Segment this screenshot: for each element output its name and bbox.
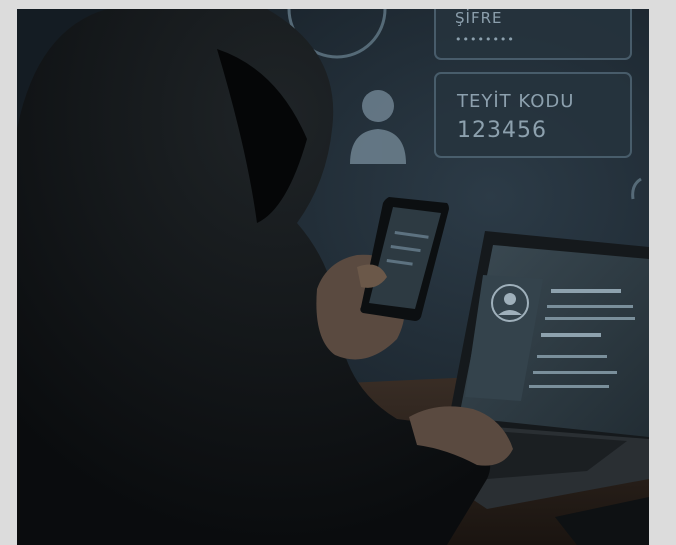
photo-frame: ŞİFRE •••••••• TEYİT KODU 123456 — [17, 9, 649, 545]
hacker-photo: ŞİFRE •••••••• TEYİT KODU 123456 — [17, 9, 649, 545]
code-label: TEYİT KODU — [456, 91, 574, 112]
password-label: ŞİFRE — [455, 9, 502, 27]
password-mask: •••••••• — [455, 33, 515, 46]
code-value: 123456 — [457, 118, 547, 143]
